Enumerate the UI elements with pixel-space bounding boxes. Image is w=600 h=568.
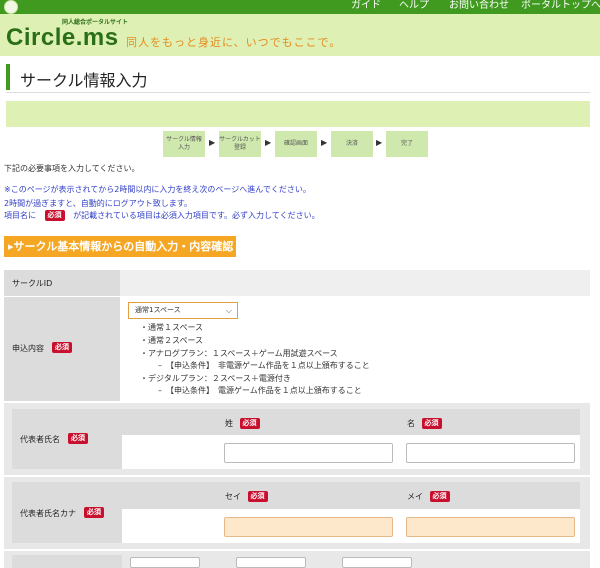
step-circle-cut: サークルカット 登録 [219, 131, 261, 157]
step-arrow-icon: ▶ [321, 138, 328, 147]
rep-kana-label-cell: 代表者氏名カナ 必須 [12, 482, 122, 543]
page-title: サークル情報入力 [20, 71, 148, 90]
title-divider [6, 92, 590, 93]
next-row-input[interactable] [342, 557, 412, 568]
plan-item: ・通常１スペース [140, 323, 204, 332]
last-name-label-text: 姓 [225, 419, 233, 428]
last-name-label: 姓 必須 [225, 418, 260, 429]
step-confirm: 確認画面 [275, 131, 317, 157]
next-row-input[interactable] [236, 557, 306, 568]
intro-text: 下記の必要事項を入力してください。 [4, 164, 140, 173]
required-badge: 必須 [239, 418, 260, 429]
last-kana-input[interactable] [224, 517, 393, 537]
plan-item: ・アナログプラン：１スペース＋ゲーム用試遊スペース [140, 349, 338, 358]
required-badge: 必須 [247, 491, 268, 502]
logout-notice: 2時間が過ぎますと、自動的にログアウト致します。 [4, 199, 192, 208]
rep-kana-label: 代表者氏名カナ [20, 509, 76, 518]
nav-help-link[interactable]: ヘルプ [399, 0, 429, 12]
first-name-label: 名 必須 [407, 418, 442, 429]
first-name-label-text: 名 [407, 419, 415, 428]
nav-contact-link[interactable]: お問い合わせ [449, 0, 509, 12]
brand-tagline: 同人をもっと身近に、いつでもここで。 [126, 36, 342, 49]
first-kana-input[interactable] [406, 517, 575, 537]
next-row-input[interactable] [130, 557, 200, 568]
rep-name-subheader [122, 409, 580, 435]
plan-item: ・通常２スペース [140, 336, 204, 345]
required-notice-pre: 項目名に [4, 211, 36, 220]
first-kana-label-text: メイ [407, 492, 423, 501]
required-badge: 必須 [429, 491, 450, 502]
rep-name-label: 代表者氏名 [20, 435, 60, 444]
required-badge: 必須 [421, 418, 442, 429]
application-label: 申込内容 [12, 344, 44, 353]
required-badge: 必須 [68, 433, 88, 444]
plan-condition: – 【申込条件】 非電源ゲーム作品を１点以上頒布すること [158, 361, 370, 370]
required-notice: 項目名に 必須 が記載されている項目は必須入力項目です。必ず入力してください。 [4, 210, 320, 221]
plan-item: ・デジタルプラン：２スペース＋電源付き [140, 374, 291, 383]
brand-logo[interactable]: Circle.ms [6, 24, 119, 52]
notice-band [6, 101, 590, 127]
chevron-down-icon: ⌵ [225, 306, 232, 315]
rep-kana-subheader [122, 482, 580, 509]
step-circle-info: サークル情報 入力 [163, 131, 205, 157]
title-accent-bar [6, 64, 10, 90]
last-kana-label-text: セイ [225, 492, 241, 501]
required-badge: 必須 [52, 342, 72, 353]
application-label-cell: 申込内容 必須 [4, 297, 120, 401]
step-arrow-icon: ▶ [209, 138, 216, 147]
nav-portal-top-link[interactable]: ポータルトップへ [521, 0, 600, 12]
first-name-input[interactable] [406, 443, 575, 463]
circle-id-label: サークルID [12, 279, 53, 288]
circle-id-value-cell [120, 270, 590, 296]
site-logo-icon[interactable] [4, 0, 18, 14]
nav-guide-link[interactable]: ガイド [351, 0, 381, 12]
application-select[interactable]: 通常1スペース ⌵ [128, 302, 238, 319]
step-payment: 決済 [331, 131, 373, 157]
first-kana-label: メイ 必須 [407, 491, 450, 502]
required-badge: 必須 [84, 507, 104, 518]
rep-name-label-cell: 代表者氏名 必須 [12, 409, 122, 469]
next-row-label-cell [12, 555, 122, 568]
last-kana-label: セイ 必須 [225, 491, 268, 502]
circle-id-label-cell: サークルID [4, 270, 120, 296]
plan-condition: – 【申込条件】 電源ゲーム作品を１点以上頒布すること [158, 386, 362, 395]
application-select-value: 通常1スペース [135, 306, 181, 314]
last-name-input[interactable] [224, 443, 393, 463]
step-arrow-icon: ▶ [265, 138, 272, 147]
required-badge: 必須 [44, 210, 65, 221]
step-arrow-icon: ▶ [376, 138, 383, 147]
top-nav: ガイド ヘルプ お問い合わせ ポータルトップへ [0, 0, 600, 14]
timeout-notice: ※このページが表示されてから2時間以内に入力を終え次のページへ進んでください。 [4, 185, 311, 194]
step-complete: 完了 [386, 131, 428, 157]
auto-fill-button[interactable]: ▸サークル基本情報からの自動入力・内容確認 [4, 236, 236, 257]
required-notice-post: が記載されている項目は必須入力項目です。必ず入力してください。 [73, 211, 320, 220]
